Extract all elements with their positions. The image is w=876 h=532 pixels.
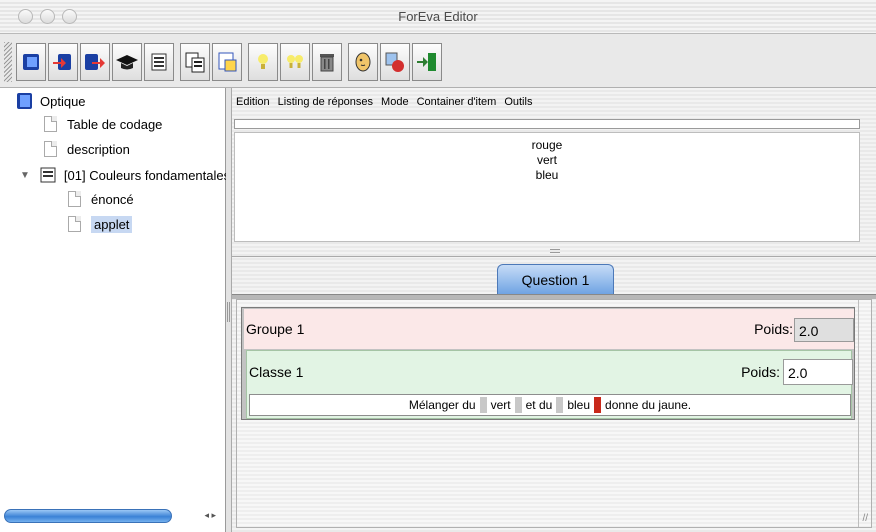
tree-item-applet[interactable]: applet [68,213,133,235]
scroll-thumb[interactable] [4,509,172,523]
open-book-button[interactable] [16,43,46,81]
export-button[interactable] [80,43,110,81]
trash-icon [320,54,334,72]
graduation-cap-icon [116,55,138,70]
menu-listing-de-reponses[interactable]: Listing de réponses [278,96,373,108]
document-tree: Optique Table de codage description ▼ [0… [0,88,230,532]
drop-slot[interactable] [514,397,522,413]
exit-door-icon [417,53,436,71]
title-bar: ForEva Editor [0,0,876,34]
stop-document-icon [385,52,404,72]
paste-button[interactable] [212,43,242,81]
tree-label: applet [91,215,133,233]
course-button[interactable] [112,43,142,81]
menu-mode[interactable]: Mode [381,96,409,108]
tab-question-1[interactable]: Question 1 [497,264,614,294]
active-drop-slot[interactable] [594,397,602,413]
drop-slot[interactable] [479,397,487,413]
document-icon [68,191,81,207]
delete-button[interactable] [312,43,342,81]
document-icon [68,216,81,232]
exit-button[interactable] [412,43,442,81]
menu-outils[interactable]: Outils [504,96,532,108]
window-title: ForEva Editor [398,9,478,24]
class-title: Classe 1 [249,364,304,380]
stop-button[interactable] [380,43,410,81]
tree-label: énoncé [91,191,134,207]
tree-label: [01] Couleurs fondamentales [63,167,231,183]
answers-list[interactable]: rouge vert bleu [234,132,860,242]
tree-label: description [67,141,130,157]
sentence-text: et du [525,398,553,412]
document-icon [44,116,57,132]
copy-button[interactable] [180,43,210,81]
editor-pane: Edition Listing de réponses Mode Contain… [232,88,876,532]
question-content: Groupe 1 Poids: 2.0 Classe 1 Poids: 2.0 … [236,299,872,528]
import-button[interactable] [48,43,78,81]
double-lightbulb-icon [287,55,303,68]
split-grip[interactable] [227,302,230,322]
copy-documents-icon [185,52,205,73]
book-export-icon [85,54,105,70]
sentence-text: donne du jaune. [605,398,692,412]
group-weight-field[interactable]: 2.0 [794,318,854,342]
tree-horizontal-scrollbar[interactable]: ◂ ▸ [4,508,220,524]
sentence-text: Mélanger du [408,398,476,412]
resize-grip-icon[interactable]: // [862,513,868,524]
face-icon [355,52,371,72]
book-icon [17,93,32,109]
answer-item[interactable]: vert [235,153,859,168]
drop-slot[interactable] [556,397,564,413]
tree-label: Optique [40,93,86,109]
group-box: Groupe 1 Poids: 2.0 Classe 1 Poids: 2.0 … [241,307,855,420]
toolbar [0,34,876,88]
group-header: Groupe 1 Poids: 2.0 [244,309,854,349]
horizontal-split-divider[interactable] [232,256,876,257]
class-box: Classe 1 Poids: 2.0 Mélanger du vert et … [246,350,853,419]
answer-sentence: Mélanger du vert et du bleu donne du jau… [249,394,851,416]
lightbulb-icon [258,54,268,69]
document-icon [44,141,57,157]
horizontal-split-grip[interactable] [550,249,560,253]
student-view-button[interactable] [348,43,378,81]
toolbar-grip[interactable] [4,42,12,82]
answer-item[interactable]: rouge [235,138,859,153]
menu-container-item[interactable]: Container d'item [417,96,497,108]
item-text-field[interactable] [234,119,860,129]
group-title: Groupe 1 [246,321,305,337]
list-icon [151,53,167,71]
tree-label: Table de codage [67,116,163,132]
open-book-icon [23,54,39,70]
paste-document-icon [218,52,237,72]
tree-item-enonce[interactable]: énoncé [68,188,134,210]
tree-item-couleurs[interactable]: ▼ [01] Couleurs fondamentales [20,164,230,186]
tree-item-description[interactable]: description [44,138,130,160]
menu-edition[interactable]: Edition [236,96,270,108]
class-header: Classe 1 Poids: 2.0 [247,351,853,391]
answer-item[interactable]: bleu [235,168,859,183]
list-button[interactable] [144,43,174,81]
disclosure-triangle-icon[interactable]: ▼ [20,170,30,181]
list-icon [40,167,56,183]
hint-button[interactable] [248,43,278,81]
class-weight-label: Poids: [741,364,780,380]
tree-item-table-de-codage[interactable]: Table de codage [44,113,162,135]
class-weight-field[interactable]: 2.0 [783,359,853,385]
content-vertical-scrollbar[interactable] [858,300,870,527]
hints-button[interactable] [280,43,310,81]
book-import-icon [53,54,71,70]
sentence-answer[interactable]: bleu [567,398,590,412]
editor-menu-bar: Edition Listing de réponses Mode Contain… [232,88,876,116]
group-weight-label: Poids: [754,321,793,337]
scroll-arrows-icon[interactable]: ◂ ▸ [204,510,216,521]
tree-root-optique[interactable]: Optique [16,90,86,112]
sentence-answer[interactable]: vert [491,398,511,412]
